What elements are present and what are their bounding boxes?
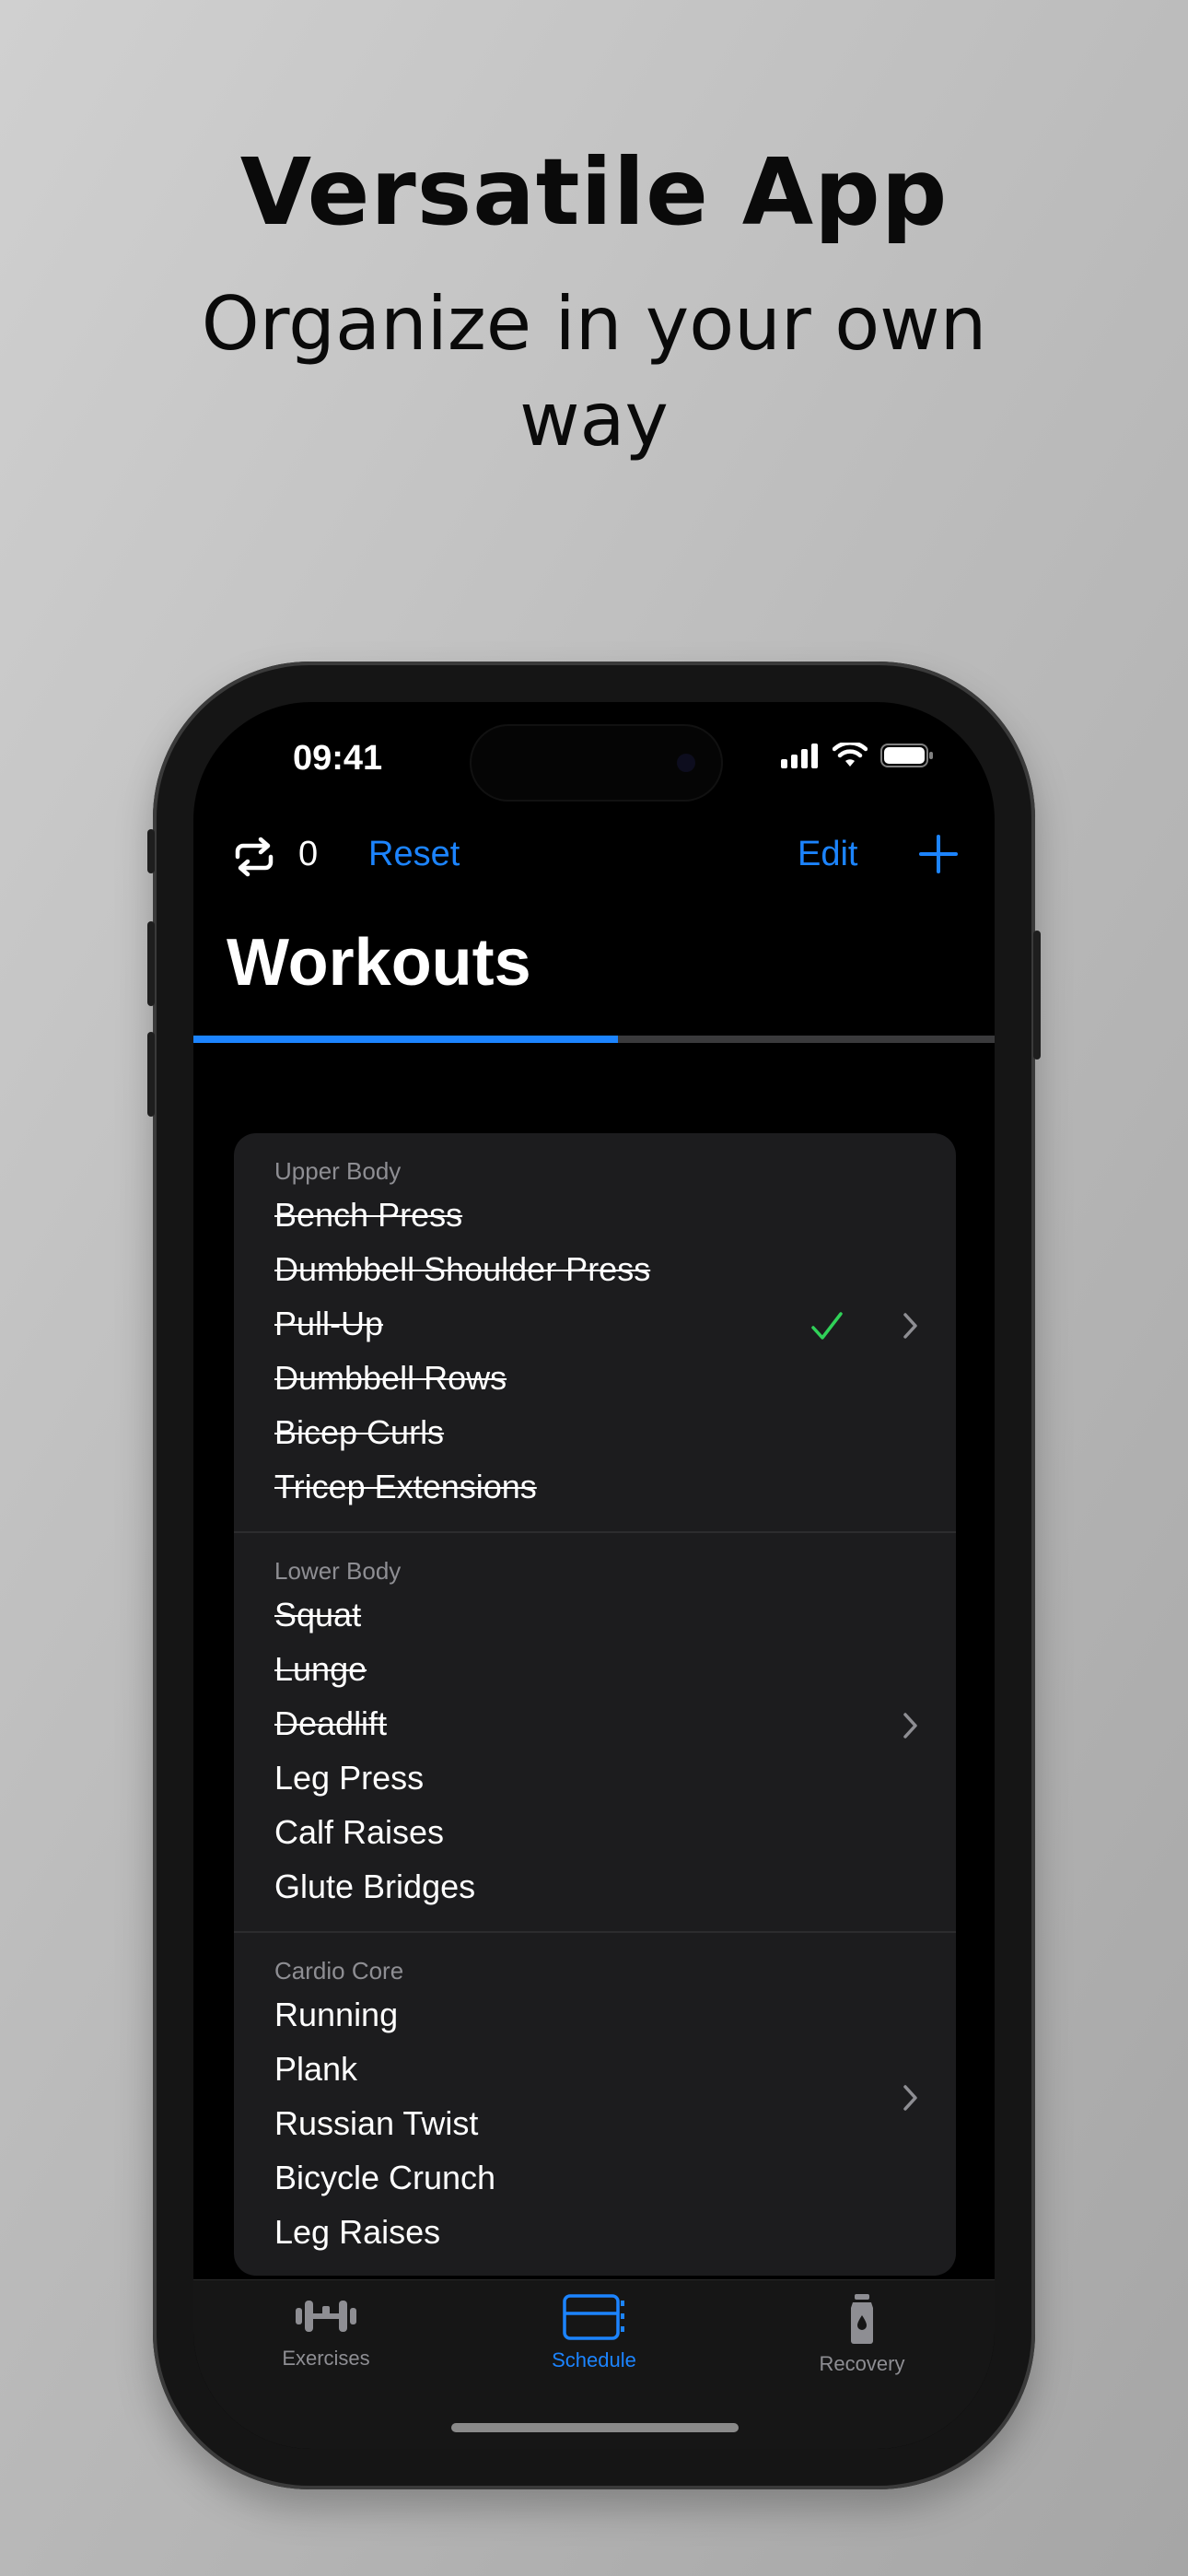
- list-item: Tricep Extensions: [274, 1468, 537, 1505]
- chevron-right-icon[interactable]: [901, 1710, 921, 1741]
- list-item: Plank: [274, 2050, 358, 2088]
- promo-headline: Versatile App: [239, 138, 949, 246]
- list-item: Leg Press: [274, 1759, 425, 1797]
- checkmark-icon: [811, 1312, 843, 1340]
- wifi-icon: [833, 743, 868, 767]
- battery-icon: [880, 744, 933, 767]
- list-item: Russian Twist: [274, 2104, 479, 2142]
- list-item: Dumbbell Rows: [274, 1359, 507, 1397]
- list-item: Deadlift: [274, 1704, 388, 1742]
- schedule-icon: [563, 2294, 624, 2340]
- home-indicator: [451, 2423, 739, 2432]
- dumbbell-icon: [296, 2301, 356, 2332]
- section-cardio-core[interactable]: Cardio Core Running Plank Russian Twist …: [234, 1933, 956, 2276]
- section-title: Upper Body: [274, 1157, 402, 1185]
- list-item: Bicycle Crunch: [274, 2159, 496, 2196]
- page-title: Workouts: [227, 926, 531, 1000]
- section-lower-body[interactable]: Lower Body Squat Lunge Deadlift Leg Pres…: [234, 1533, 956, 1933]
- list-item: Lunge: [274, 1650, 367, 1688]
- bottle-icon: [851, 2294, 873, 2344]
- action-button: [147, 829, 155, 873]
- volume-up-button: [147, 921, 155, 1006]
- workout-progress-fill: [193, 1036, 619, 1043]
- repeat-counter: 0: [298, 835, 319, 873]
- edit-button[interactable]: Edit: [798, 835, 857, 874]
- workout-list-card: Upper Body Bench Press Dumbbell Shoulder…: [234, 1133, 956, 2276]
- list-item: Pull-Up: [274, 1305, 384, 1342]
- power-button: [1033, 931, 1041, 1060]
- workout-progress-bar: [193, 1036, 995, 1043]
- list-item: Leg Raises: [274, 2213, 441, 2251]
- dynamic-island: [470, 724, 723, 802]
- list-item: Glute Bridges: [274, 1868, 476, 1905]
- section-upper-body[interactable]: Upper Body Bench Press Dumbbell Shoulder…: [234, 1133, 956, 1533]
- list-item: Running: [274, 1996, 399, 2033]
- tab-recovery[interactable]: Recovery: [770, 2293, 954, 2376]
- list-item: Bicep Curls: [274, 1413, 445, 1451]
- volume-down-button: [147, 1032, 155, 1117]
- chevron-right-icon[interactable]: [901, 2082, 921, 2113]
- status-icons: [781, 743, 934, 768]
- cellular-signal-icon: [781, 744, 818, 768]
- section-title: Lower Body: [274, 1557, 402, 1585]
- phone-screen: 09:41 0 Reset Edit Workouts Upper Body B…: [193, 702, 995, 2449]
- tab-schedule[interactable]: Schedule: [502, 2293, 686, 2372]
- add-icon[interactable]: [915, 831, 961, 877]
- status-time: 09:41: [293, 739, 383, 778]
- promo-subheadline: Organize in your own way: [201, 281, 987, 463]
- camera-icon: [677, 754, 695, 772]
- tab-label: Schedule: [552, 2348, 636, 2371]
- chevron-right-icon[interactable]: [901, 1310, 921, 1341]
- tab-label: Exercises: [282, 2347, 370, 2370]
- list-item: Calf Raises: [274, 1813, 445, 1851]
- repeat-icon[interactable]: [228, 831, 280, 883]
- list-item: Squat: [274, 1596, 362, 1633]
- section-title: Cardio Core: [274, 1957, 404, 1985]
- list-item: Bench Press: [274, 1196, 463, 1234]
- tab-label: Recovery: [819, 2352, 905, 2375]
- reset-button[interactable]: Reset: [368, 835, 460, 874]
- navigation-toolbar: 0 Reset Edit: [193, 822, 995, 896]
- tab-exercises[interactable]: Exercises: [234, 2293, 418, 2371]
- list-item: Dumbbell Shoulder Press: [274, 1250, 651, 1288]
